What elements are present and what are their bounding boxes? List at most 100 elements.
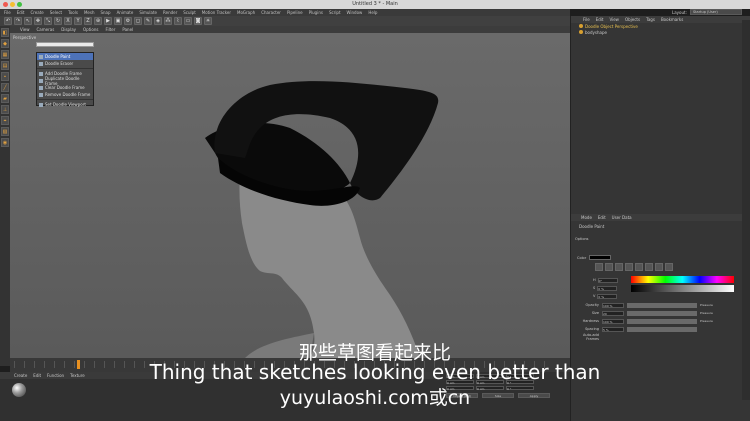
context-menu-item[interactable]: Duplicate Doodle Frame — [37, 76, 93, 86]
hsv-value-field[interactable]: 0° — [597, 277, 618, 283]
mixer-icon[interactable] — [655, 263, 663, 271]
menu-select[interactable]: Select — [50, 10, 62, 15]
kelvin-icon[interactable] — [645, 263, 653, 271]
object-row[interactable]: bodyshape — [571, 29, 750, 35]
attribute-menu-edit[interactable]: Edit — [598, 215, 606, 220]
coordinate-system-icon[interactable]: ⊕ — [94, 17, 102, 25]
menu-pipeline[interactable]: Pipeline — [287, 10, 303, 15]
y-axis-icon[interactable]: Y — [74, 17, 82, 25]
menu-simulate[interactable]: Simulate — [139, 10, 157, 15]
viewport-menu-display[interactable]: Display — [61, 27, 76, 32]
menu-motion-tracker[interactable]: Motion Tracker — [202, 10, 231, 15]
redo-icon[interactable]: ↷ — [14, 17, 22, 25]
hsv-value-field[interactable]: 0 % — [597, 285, 618, 291]
points-mode-icon[interactable]: ∙ — [1, 72, 9, 81]
color-wheel-icon[interactable] — [595, 263, 603, 271]
value-gradient-bar[interactable] — [631, 285, 734, 292]
layout-dropdown[interactable]: Startup (User) — [689, 9, 742, 15]
object-menu-bookmarks[interactable]: Bookmarks — [661, 17, 683, 22]
slider-track[interactable] — [627, 326, 697, 332]
menu-tools[interactable]: Tools — [68, 10, 78, 15]
menu-help[interactable]: Help — [368, 10, 377, 15]
axis-mode-icon[interactable]: ⊥ — [1, 105, 9, 114]
layout-selector[interactable]: Layout: Startup (User) — [672, 9, 742, 15]
model-mode-icon[interactable]: ◆ — [1, 39, 9, 48]
workplane-icon[interactable]: ▤ — [1, 61, 9, 70]
live-selection-icon[interactable]: ↖ — [24, 17, 32, 25]
snap-icon[interactable]: ⌖ — [1, 116, 9, 125]
viewport-menu-filter[interactable]: Filter — [105, 27, 115, 32]
viewport-menu-view[interactable]: View — [20, 27, 30, 32]
undo-icon[interactable]: ↶ — [4, 17, 12, 25]
menu-character[interactable]: Character — [261, 10, 281, 15]
attribute-menu-user-data[interactable]: User Data — [612, 215, 632, 220]
pressure-dropdown[interactable]: Pressure — [700, 319, 713, 323]
viewport-menu-options[interactable]: Options — [83, 27, 98, 32]
move-icon[interactable]: ✥ — [34, 17, 42, 25]
slider-track[interactable] — [627, 318, 697, 324]
menu-animate[interactable]: Animate — [117, 10, 134, 15]
context-menu-item[interactable]: Doodle Eraser — [37, 60, 93, 67]
object-menu-objects[interactable]: Objects — [625, 17, 640, 22]
subdivision-icon[interactable]: ◈ — [154, 17, 162, 25]
menu-script[interactable]: Script — [329, 10, 341, 15]
menu-plugins[interactable]: Plugins — [309, 10, 323, 15]
camera-icon[interactable]: ◙ — [194, 17, 202, 25]
cube-icon[interactable]: ◻ — [134, 17, 142, 25]
z-axis-icon[interactable]: Z — [84, 17, 92, 25]
rgb-icon[interactable] — [625, 263, 633, 271]
perspective-viewport[interactable]: Perspective — [10, 33, 570, 358]
pen-icon[interactable]: ✎ — [144, 17, 152, 25]
polygons-mode-icon[interactable]: ▰ — [1, 94, 9, 103]
color-swatch[interactable] — [589, 255, 612, 260]
hsv-icon[interactable] — [635, 263, 643, 271]
object-menu-edit[interactable]: Edit — [596, 17, 604, 22]
pressure-dropdown[interactable]: Pressure — [700, 303, 713, 307]
viewport-menu-cameras[interactable]: Cameras — [37, 27, 55, 32]
slider-value-field[interactable]: 100 % — [602, 302, 624, 308]
light-icon[interactable]: ☀ — [204, 17, 212, 25]
picker-icon[interactable] — [615, 263, 623, 271]
solo-icon[interactable]: ◉ — [1, 138, 9, 147]
hue-spectrum-bar[interactable] — [631, 276, 734, 283]
array-icon[interactable]: ⁂ — [164, 17, 172, 25]
render-view-icon[interactable]: ▶ — [104, 17, 112, 25]
context-menu-item[interactable]: Remove Doodle Frame — [37, 91, 93, 98]
menu-file[interactable]: File — [4, 10, 11, 15]
context-menu-item[interactable]: Doodle Paint — [37, 53, 93, 60]
workplane-lock-icon[interactable]: ▧ — [1, 127, 9, 136]
hsv-value-field[interactable]: 0 % — [597, 293, 618, 299]
menu-render[interactable]: Render — [163, 10, 177, 15]
render-settings-icon[interactable]: ⚙ — [124, 17, 132, 25]
menu-mograph[interactable]: MoGraph — [237, 10, 255, 15]
floor-icon[interactable]: ▭ — [184, 17, 192, 25]
spectrum-icon[interactable] — [605, 263, 613, 271]
menu-window[interactable]: Window — [347, 10, 363, 15]
object-menu-file[interactable]: File — [583, 17, 590, 22]
scale-icon[interactable]: ⤡ — [44, 17, 52, 25]
context-menu-item[interactable]: Clear Doodle Frame — [37, 84, 93, 91]
pressure-dropdown[interactable]: Pressure — [700, 311, 713, 315]
viewport-menu-panel[interactable]: Panel — [122, 27, 133, 32]
swatches-icon[interactable] — [665, 263, 673, 271]
deformer-icon[interactable]: ⌇ — [174, 17, 182, 25]
menu-mesh[interactable]: Mesh — [84, 10, 95, 15]
x-axis-icon[interactable]: X — [64, 17, 72, 25]
object-menu-view[interactable]: View — [609, 17, 619, 22]
slider-value-field[interactable]: 5 % — [602, 326, 624, 332]
edges-mode-icon[interactable]: ╱ — [1, 83, 9, 92]
menu-sculpt[interactable]: Sculpt — [183, 10, 196, 15]
menu-edit[interactable]: Edit — [17, 10, 25, 15]
render-picture-icon[interactable]: ▣ — [114, 17, 122, 25]
slider-value-field[interactable]: 20 — [602, 310, 624, 316]
menu-create[interactable]: Create — [30, 10, 43, 15]
menu-snap[interactable]: Snap — [100, 10, 110, 15]
context-menu-item[interactable]: Set Doodle Viewport — [37, 101, 93, 108]
texture-mode-icon[interactable]: ▦ — [1, 50, 9, 59]
object-menu-tags[interactable]: Tags — [646, 17, 655, 22]
slider-track[interactable] — [627, 302, 697, 308]
make-editable-icon[interactable]: ◧ — [1, 28, 9, 37]
rotate-icon[interactable]: ↻ — [54, 17, 62, 25]
slider-value-field[interactable]: 100 % — [602, 318, 624, 324]
attribute-menu-mode[interactable]: Mode — [581, 215, 592, 220]
